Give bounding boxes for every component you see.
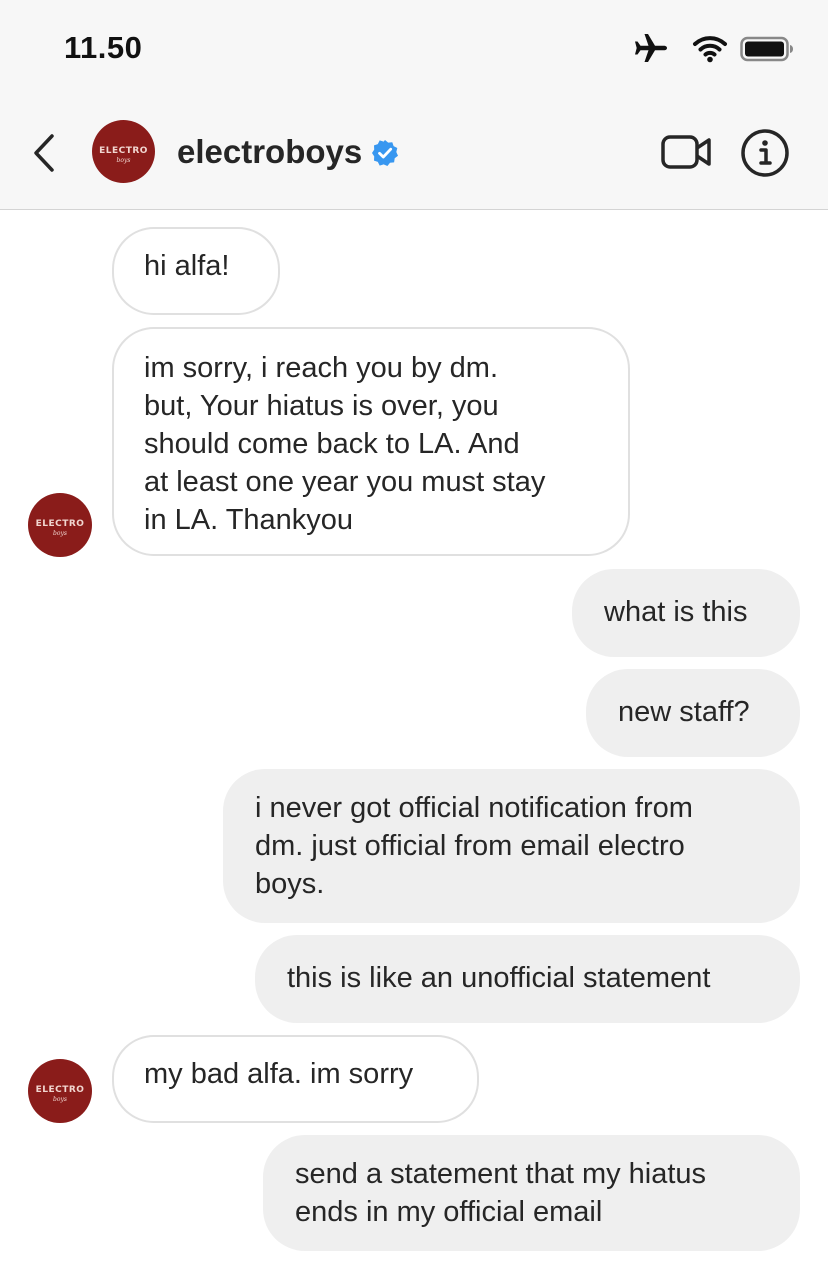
message-bubble-incoming[interactable]: im sorry, i reach you by dm. but, Your h…: [112, 327, 630, 556]
sender-avatar[interactable]: ELECTRO boys: [28, 1059, 92, 1123]
info-icon[interactable]: [740, 128, 790, 178]
avatar-logo-text: ELECTRO: [99, 145, 148, 156]
video-call-icon[interactable]: [660, 130, 714, 174]
message-bubble-outgoing[interactable]: i never got official notification from d…: [223, 769, 800, 923]
avatar-logo-sub: boys: [53, 530, 67, 538]
back-chevron-icon[interactable]: [26, 130, 66, 176]
wifi-icon: [693, 36, 727, 63]
avatar-logo-sub: boys: [116, 156, 131, 164]
message-bubble-outgoing[interactable]: what is this: [572, 569, 800, 657]
message-bubble-outgoing[interactable]: new staff?: [586, 669, 800, 757]
status-time: 11.50: [64, 30, 143, 65]
message-bubble-outgoing[interactable]: send a statement that my hiatus ends in …: [263, 1135, 800, 1251]
message-bubble-outgoing[interactable]: this is like an unofficial statement: [255, 935, 800, 1023]
avatar-logo-sub: boys: [53, 1096, 67, 1104]
message-bubble-incoming[interactable]: my bad alfa. im sorry: [112, 1035, 479, 1123]
message-bubble-incoming[interactable]: hi alfa!: [112, 227, 280, 315]
avatar-logo-text: ELECTRO: [35, 518, 85, 529]
battery-icon: [740, 36, 793, 62]
chat-username[interactable]: electroboys: [177, 133, 362, 171]
verified-badge-icon: [372, 140, 398, 166]
airplane-icon: [635, 34, 667, 62]
sender-avatar[interactable]: ELECTRO boys: [28, 493, 92, 557]
avatar[interactable]: ELECTRO boys: [92, 120, 155, 183]
avatar-logo-text: ELECTRO: [35, 1084, 85, 1095]
top-bar: 11.50 ELECTRO boys electroboys: [0, 0, 828, 210]
